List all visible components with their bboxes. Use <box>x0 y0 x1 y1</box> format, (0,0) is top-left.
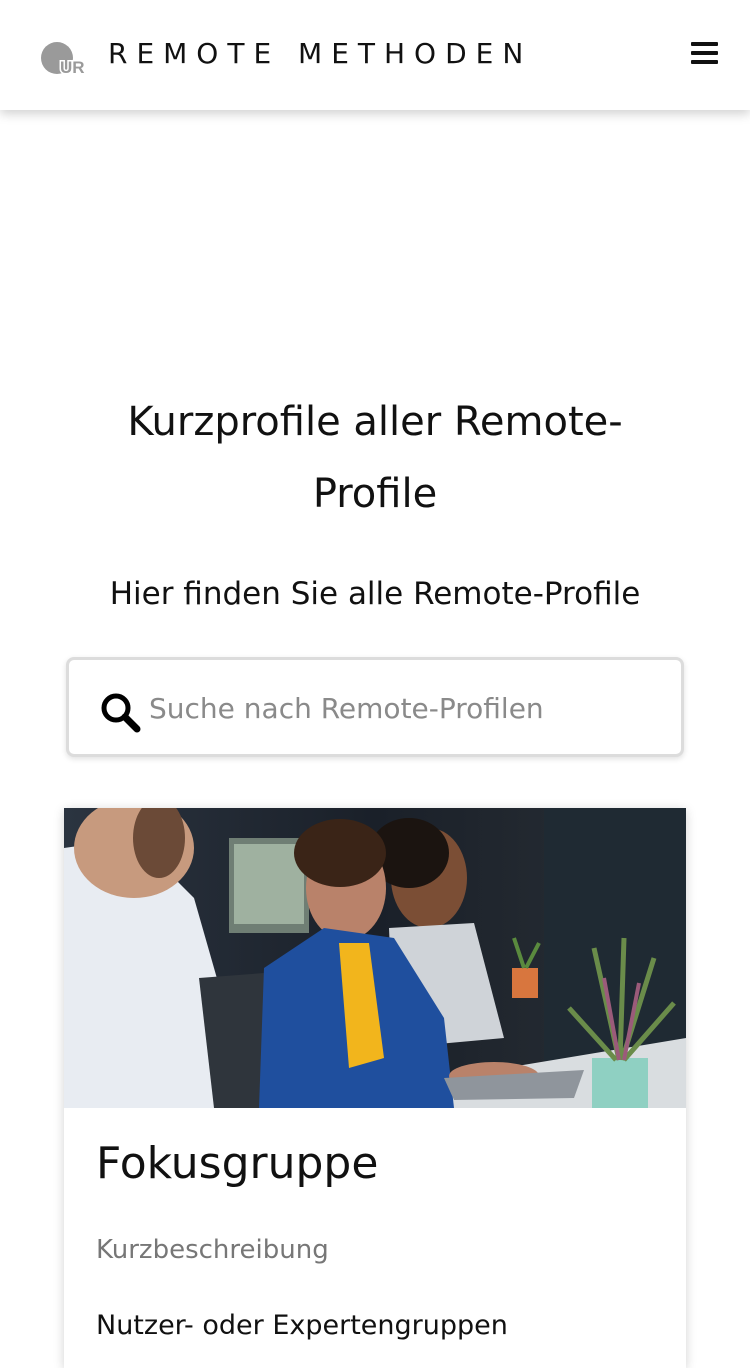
hamburger-menu-icon[interactable] <box>688 38 722 70</box>
brand-title[interactable]: REMOTE METHODEN <box>108 36 532 72</box>
page-subtitle: Hier finden Sie alle Remote-Profile <box>109 576 641 612</box>
profile-card[interactable]: Fokusgruppe Kurzbeschreibung Nutzer- ode… <box>64 808 686 1368</box>
card-image <box>64 808 686 1108</box>
card-description: Nutzer- oder Expertengruppen <box>96 1310 508 1341</box>
page-title: Kurzprofile aller Remote-Profile <box>127 399 623 517</box>
ur-logo-icon[interactable]: UR <box>40 40 86 76</box>
logo-text: UR <box>60 58 85 76</box>
card-title[interactable]: Fokusgruppe <box>96 1136 378 1192</box>
search-box[interactable] <box>66 657 684 757</box>
search-icon <box>101 693 141 733</box>
top-navbar: UR REMOTE METHODEN <box>0 0 750 110</box>
card-label: Kurzbeschreibung <box>96 1235 329 1265</box>
search-input[interactable] <box>149 682 659 734</box>
